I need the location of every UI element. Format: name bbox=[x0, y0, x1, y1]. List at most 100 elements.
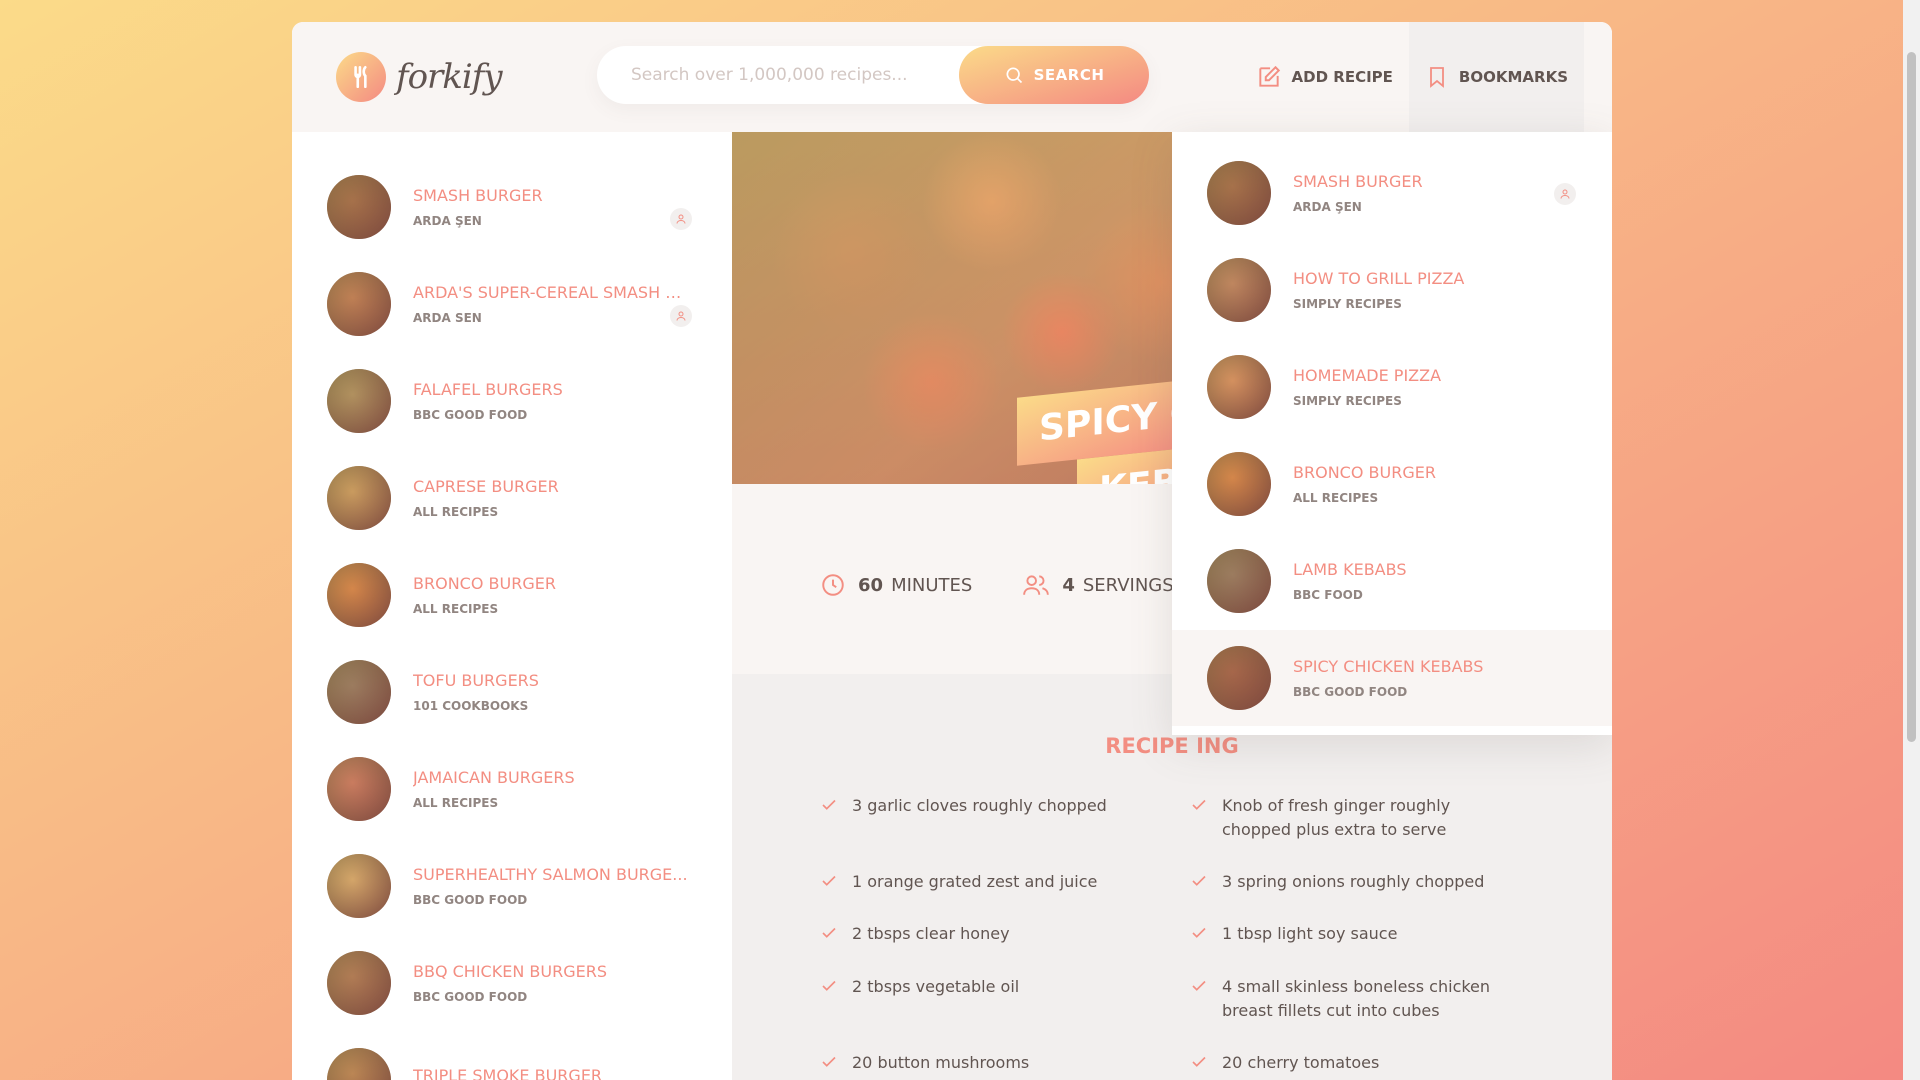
edit-icon bbox=[1258, 65, 1280, 87]
recipe-preview-text: BRONCO BURGER ALL RECIPES bbox=[1293, 463, 1612, 505]
check-icon bbox=[822, 927, 836, 938]
results-item[interactable]: BRONCO BURGER ALL RECIPES bbox=[327, 560, 707, 630]
ingredient: 2 tbsps vegetable oil bbox=[820, 975, 1150, 999]
bookmarks-dropdown: SMASH BURGER ARDA ŞEN HOW TO GRILL PIZZA SI… bbox=[1172, 132, 1612, 735]
check-icon bbox=[822, 1056, 836, 1067]
recipe-preview-publisher: ARDA SEN bbox=[413, 311, 482, 325]
recipe-preview-text: SUPERHEALTHY SALMON BURGE... BBC GOOD FOO… bbox=[413, 865, 707, 907]
bookmarks-item[interactable]: HOMEMADE PIZZA SIMPLY RECIPES bbox=[1172, 339, 1612, 435]
bookmark-icon bbox=[1430, 67, 1444, 88]
users-icon bbox=[1023, 575, 1050, 595]
recipe-preview-text: BBQ CHICKEN BURGERS BBC GOOD FOOD bbox=[413, 962, 707, 1004]
check-icon bbox=[822, 875, 836, 886]
search-button[interactable]: SEARCH bbox=[959, 46, 1149, 104]
search-form: SEARCH bbox=[597, 46, 1149, 104]
bookmarks-button[interactable]: BOOKMARKS bbox=[1408, 22, 1584, 132]
ingredient-text: 4 small skinless boneless chicken breast… bbox=[1222, 977, 1491, 1020]
bookmarks-item[interactable]: SPICY CHICKEN KEBABS BBC GOOD FOOD bbox=[1172, 630, 1612, 726]
scrollbar-thumb[interactable] bbox=[1907, 52, 1916, 742]
ingredient-text: 1 tbsp light soy sauce bbox=[1222, 924, 1398, 943]
search-input[interactable] bbox=[631, 65, 951, 85]
results-item[interactable]: FALAFEL BURGERS BBC GOOD FOOD bbox=[327, 366, 707, 436]
ingredient-text: 20 cherry tomatoes bbox=[1222, 1053, 1380, 1072]
recipe-preview-text: HOW TO GRILL PIZZA SIMPLY RECIPES bbox=[1293, 269, 1612, 311]
results-item[interactable]: TOFU BURGERS 101 COOKBOOKS bbox=[327, 657, 707, 727]
recipe-thumbnail bbox=[1207, 549, 1271, 613]
recipe-preview-publisher: SIMPLY RECIPES bbox=[1293, 394, 1402, 408]
user-generated-icon bbox=[1554, 183, 1576, 205]
ingredient: 20 cherry tomatoes bbox=[1190, 1051, 1520, 1075]
bookmarks-item[interactable]: SMASH BURGER ARDA ŞEN bbox=[1172, 145, 1612, 241]
servings: 4 SERVINGS bbox=[1022, 572, 1174, 598]
recipe-preview-text: LAMB KEBABS BBC FOOD bbox=[1293, 560, 1612, 602]
recipe-preview-publisher: BBC FOOD bbox=[1293, 588, 1363, 602]
bookmarks-item[interactable]: HOW TO GRILL PIZZA SIMPLY RECIPES bbox=[1172, 242, 1612, 338]
recipe-preview-text: JAMAICAN BURGERS ALL RECIPES bbox=[413, 768, 707, 810]
recipe-thumbnail bbox=[327, 951, 391, 1015]
check-icon bbox=[1192, 875, 1206, 886]
results-item[interactable]: ARDA'S SUPER-CEREAL SMASH B... ARDA SEN bbox=[327, 269, 707, 339]
user-generated-icon bbox=[670, 305, 692, 327]
check-icon bbox=[1192, 927, 1206, 938]
ingredient: 1 tbsp light soy sauce bbox=[1190, 922, 1520, 946]
recipe-preview-title: TOFU BURGERS bbox=[413, 671, 539, 690]
recipe-preview-text: TOFU BURGERS 101 COOKBOOKS bbox=[413, 671, 707, 713]
check-icon bbox=[1192, 980, 1206, 991]
servings-unit: SERVINGS bbox=[1082, 574, 1174, 596]
recipe-thumbnail bbox=[327, 466, 391, 530]
recipe-thumbnail bbox=[327, 660, 391, 724]
logo-text: forkify bbox=[396, 57, 503, 97]
recipe-thumbnail bbox=[327, 272, 391, 336]
ingredient: 1 orange grated zest and juice bbox=[820, 870, 1150, 894]
results-item[interactable]: CAPRESE BURGER ALL RECIPES bbox=[327, 463, 707, 533]
recipe-thumbnail bbox=[1207, 646, 1271, 710]
ingredient-text: 2 tbsps clear honey bbox=[852, 924, 1010, 943]
recipe-thumbnail bbox=[327, 757, 391, 821]
recipe-thumbnail bbox=[327, 854, 391, 918]
recipe-preview-title: SPICY CHICKEN KEBABS bbox=[1293, 657, 1484, 676]
recipe-thumbnail bbox=[1207, 452, 1271, 516]
recipe-preview-title: HOW TO GRILL PIZZA bbox=[1293, 269, 1465, 288]
recipe-preview-text: HOMEMADE PIZZA SIMPLY RECIPES bbox=[1293, 366, 1612, 408]
cooking-time: 60 MINUTES bbox=[820, 572, 972, 598]
add-recipe-button[interactable]: ADD RECIPE bbox=[1240, 22, 1409, 132]
ingredient-text: 20 button mushrooms bbox=[852, 1053, 1030, 1072]
bookmarks-item[interactable]: BRONCO BURGER ALL RECIPES bbox=[1172, 436, 1612, 532]
clock-icon bbox=[822, 574, 844, 596]
results-item[interactable]: SMASH BURGER ARDA ŞEN bbox=[327, 172, 707, 242]
check-icon bbox=[822, 980, 836, 991]
app-container: forkify SEARCH ADD RECIPE bbox=[292, 22, 1612, 1080]
recipe-preview-title: TRIPLE SMOKE BURGER bbox=[413, 1066, 603, 1080]
header: forkify SEARCH ADD RECIPE bbox=[292, 22, 1612, 132]
add-recipe-label: ADD RECIPE bbox=[1291, 68, 1393, 86]
search-icon bbox=[1006, 67, 1022, 84]
results-item[interactable]: JAMAICAN BURGERS ALL RECIPES bbox=[327, 754, 707, 824]
recipe-preview-text: SPICY CHICKEN KEBABS BBC GOOD FOOD bbox=[1293, 657, 1612, 699]
bookmarks-label: BOOKMARKS bbox=[1458, 68, 1568, 86]
recipe-thumbnail bbox=[327, 1048, 391, 1080]
recipe-preview-title: SMASH BURGER bbox=[1293, 172, 1423, 191]
recipe-preview-publisher: BBC GOOD FOOD bbox=[1293, 685, 1408, 699]
recipe-preview-publisher: BBC GOOD FOOD bbox=[413, 408, 528, 422]
check-icon bbox=[1192, 799, 1206, 810]
recipe-preview-publisher: 101 COOKBOOKS bbox=[413, 699, 529, 713]
ingredient: 3 garlic cloves roughly chopped bbox=[820, 794, 1150, 818]
fork-knife-icon bbox=[336, 52, 386, 102]
results-item[interactable]: BBQ CHICKEN BURGERS BBC GOOD FOOD bbox=[327, 948, 707, 1018]
recipe-preview-publisher: ALL RECIPES bbox=[1293, 491, 1379, 505]
recipe-preview-title: CAPRESE BURGER bbox=[413, 477, 559, 496]
recipe-preview-publisher: SIMPLY RECIPES bbox=[1293, 297, 1402, 311]
search-button-label: SEARCH bbox=[1033, 66, 1105, 84]
recipe-preview-publisher: ALL RECIPES bbox=[413, 602, 499, 616]
recipe-thumbnail bbox=[327, 175, 391, 239]
bookmarks-item[interactable]: LAMB KEBABS BBC FOOD bbox=[1172, 533, 1612, 629]
search-results: SMASH BURGER ARDA ŞEN ARDA'S SUPER-CEREAL … bbox=[292, 132, 732, 1080]
recipe-preview-title: SMASH BURGER bbox=[413, 186, 543, 205]
page-scrollbar[interactable] bbox=[1903, 0, 1920, 1080]
ingredient: 4 small skinless boneless chicken breast… bbox=[1190, 975, 1520, 1023]
logo[interactable]: forkify bbox=[336, 52, 503, 102]
results-item[interactable]: TRIPLE SMOKE BURGER bbox=[327, 1045, 707, 1080]
results-item[interactable]: SUPERHEALTHY SALMON BURGE... BBC GOOD FOO… bbox=[327, 851, 707, 921]
recipe-preview-title: BRONCO BURGER bbox=[1293, 463, 1436, 482]
recipe-preview-title: BBQ CHICKEN BURGERS bbox=[413, 962, 607, 981]
